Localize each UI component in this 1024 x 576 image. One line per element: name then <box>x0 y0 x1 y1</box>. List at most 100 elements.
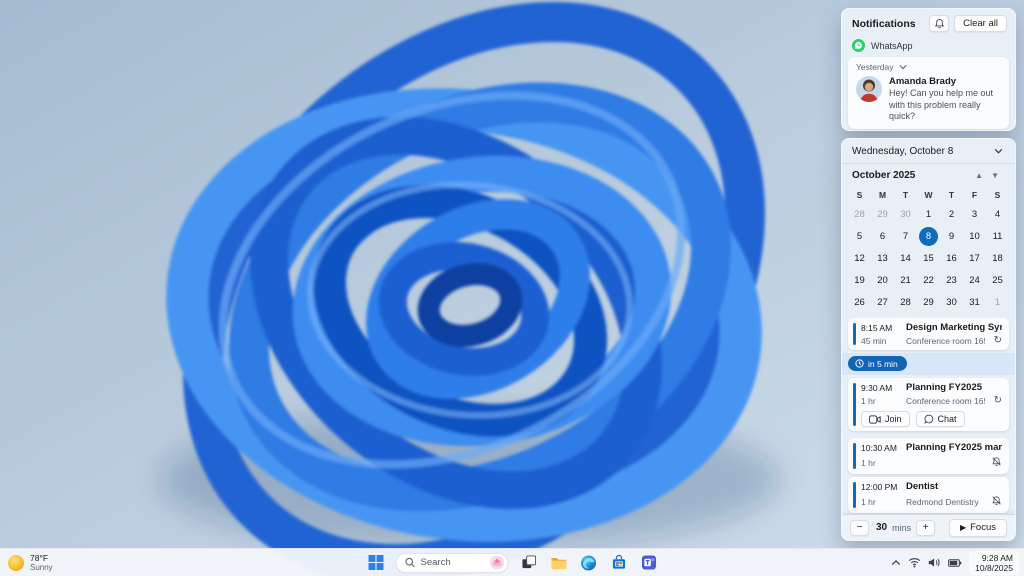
notification-card[interactable]: Yesterday Amanda Brady Hey! Can you help… <box>848 57 1009 129</box>
notifications-header: Notifications Clear all <box>842 9 1015 36</box>
calendar-day[interactable]: 8 <box>917 225 940 247</box>
weather-widget[interactable]: 78°F Sunny <box>8 553 53 572</box>
calendar-day[interactable]: 30 <box>894 203 917 225</box>
calendar-day[interactable]: 30 <box>940 291 963 313</box>
calendar-panel: Wednesday, October 8 October 2025 ▲ ▼ S M… <box>841 138 1016 541</box>
calendar-day[interactable]: 10 <box>963 225 986 247</box>
calendar-day[interactable]: 18 <box>986 247 1009 269</box>
teams-button[interactable] <box>639 553 659 573</box>
increase-duration-button[interactable]: + <box>916 519 936 536</box>
calendar-day[interactable]: 20 <box>871 269 894 291</box>
edge-button[interactable] <box>579 553 599 573</box>
calendar-day[interactable]: 26 <box>848 291 871 313</box>
avatar <box>856 76 882 102</box>
event-card[interactable]: 8:15 AM Design Marketing Sync 45 min Con… <box>848 318 1009 350</box>
calendar-grid: 28 29 30 1 2 3 4 5 6 7 8 9 10 11 12 13 14 15 16 17 18 19 20 21 2… <box>842 203 1015 313</box>
calendar-day[interactable]: 9 <box>940 225 963 247</box>
calendar-day[interactable]: 25 <box>986 269 1009 291</box>
calendar-day[interactable]: 17 <box>963 247 986 269</box>
event-title: Design Marketing Sync <box>906 322 1002 333</box>
event-duration: 1 hr <box>861 396 876 406</box>
event-accent-bar <box>853 482 856 508</box>
hidden-icons-chevron[interactable] <box>891 559 901 566</box>
calendar-day[interactable]: 31 <box>963 291 986 313</box>
calendar-day[interactable]: 24 <box>963 269 986 291</box>
calendar-day[interactable]: 15 <box>917 247 940 269</box>
focus-label: Focus <box>970 522 996 533</box>
join-button[interactable]: Join <box>861 411 910 427</box>
calendar-day[interactable]: 28 <box>894 291 917 313</box>
calendar-day[interactable]: 5 <box>848 225 871 247</box>
notification-app-row[interactable]: WhatsApp <box>842 36 1015 54</box>
chat-label: Chat <box>937 414 957 424</box>
event-accent-bar <box>853 383 856 426</box>
calendar-collapse-button[interactable] <box>988 143 1008 160</box>
weather-temperature: 78°F <box>30 553 49 563</box>
calendar-day[interactable]: 29 <box>871 203 894 225</box>
calendar-events: 8:15 AM Design Marketing Sync 45 min Con… <box>842 313 1015 540</box>
clear-all-button[interactable]: Clear all <box>954 15 1007 32</box>
focus-button[interactable]: ▶ Focus <box>948 518 1007 537</box>
notification-app-name: WhatsApp <box>871 40 913 51</box>
chat-button[interactable]: Chat <box>915 411 965 427</box>
search-highlight-image[interactable] <box>489 555 505 570</box>
event-actions: Join Chat <box>861 411 1002 427</box>
calendar-day[interactable]: 3 <box>963 203 986 225</box>
sun-icon <box>8 554 24 571</box>
notification-group-row[interactable]: Yesterday <box>856 62 1001 72</box>
battery-icon[interactable] <box>948 558 962 568</box>
calendar-day[interactable]: 28 <box>848 203 871 225</box>
event-time: 10:30 AM <box>861 442 897 453</box>
calendar-day[interactable]: 16 <box>940 247 963 269</box>
task-view-button[interactable] <box>519 553 539 573</box>
microsoft-store-button[interactable] <box>609 553 629 573</box>
calendar-day[interactable]: 23 <box>940 269 963 291</box>
calendar-header: Wednesday, October 8 <box>842 139 1015 164</box>
month-next-button[interactable]: ▼ <box>987 171 1003 180</box>
wifi-icon[interactable] <box>908 557 921 568</box>
calendar-day[interactable]: 21 <box>894 269 917 291</box>
decrease-duration-button[interactable]: − <box>850 519 869 536</box>
event-duration: 1 hr <box>861 497 876 507</box>
calendar-day[interactable]: 1 <box>986 291 1009 313</box>
month-previous-button[interactable]: ▲ <box>971 171 987 180</box>
notifications-off-icon <box>991 495 1002 509</box>
search-box[interactable]: Search <box>395 552 509 573</box>
file-explorer-button[interactable] <box>549 553 569 573</box>
event-card[interactable]: 9:30 AM Planning FY2025 1 hr Conference … <box>848 378 1009 431</box>
calendar-day[interactable]: 12 <box>848 247 871 269</box>
calendar-day[interactable]: 14 <box>894 247 917 269</box>
join-label: Join <box>885 414 902 424</box>
calendar-day[interactable]: 22 <box>917 269 940 291</box>
event-card[interactable]: 12:00 PM Dentist 1 hr Redmond Dentistry <box>848 477 1009 513</box>
calendar-dayhead: W <box>924 190 933 200</box>
event-card[interactable]: 10:30 AM Planning FY2025 marketing 1 hr <box>848 438 1009 474</box>
tray-time: 9:28 AM <box>981 552 1013 563</box>
volume-icon[interactable] <box>928 557 941 568</box>
edge-icon <box>581 555 596 570</box>
event-time: 9:30 AM <box>861 382 893 393</box>
microsoft-store-icon <box>612 555 625 569</box>
upcoming-label: in 5 min <box>868 358 898 369</box>
calendar-day[interactable]: 29 <box>917 291 940 313</box>
calendar-day[interactable]: 2 <box>940 203 963 225</box>
calendar-day[interactable]: 6 <box>871 225 894 247</box>
calendar-month-label: October 2025 <box>852 170 916 181</box>
do-not-disturb-button[interactable] <box>929 15 950 32</box>
calendar-day[interactable]: 7 <box>894 225 917 247</box>
clock-date-button[interactable]: 9:28 AM 10/8/2025 <box>969 550 1019 575</box>
calendar-day[interactable]: 11 <box>986 225 1009 247</box>
event-accent-bar <box>853 323 856 345</box>
event-location: Conference room 16537/AV <box>906 396 985 406</box>
whatsapp-icon <box>852 39 865 52</box>
calendar-day[interactable]: 1 <box>917 203 940 225</box>
start-button[interactable] <box>366 553 386 573</box>
calendar-day[interactable]: 19 <box>848 269 871 291</box>
event-location: Conference room 16537/AV <box>906 336 985 346</box>
teams-icon <box>641 555 656 570</box>
calendar-day[interactable]: 4 <box>986 203 1009 225</box>
calendar-day[interactable]: 13 <box>871 247 894 269</box>
notification-message-row: Amanda Brady Hey! Can you help me out wi… <box>856 76 1001 123</box>
calendar-day[interactable]: 27 <box>871 291 894 313</box>
upcoming-pill: in 5 min <box>848 356 907 371</box>
